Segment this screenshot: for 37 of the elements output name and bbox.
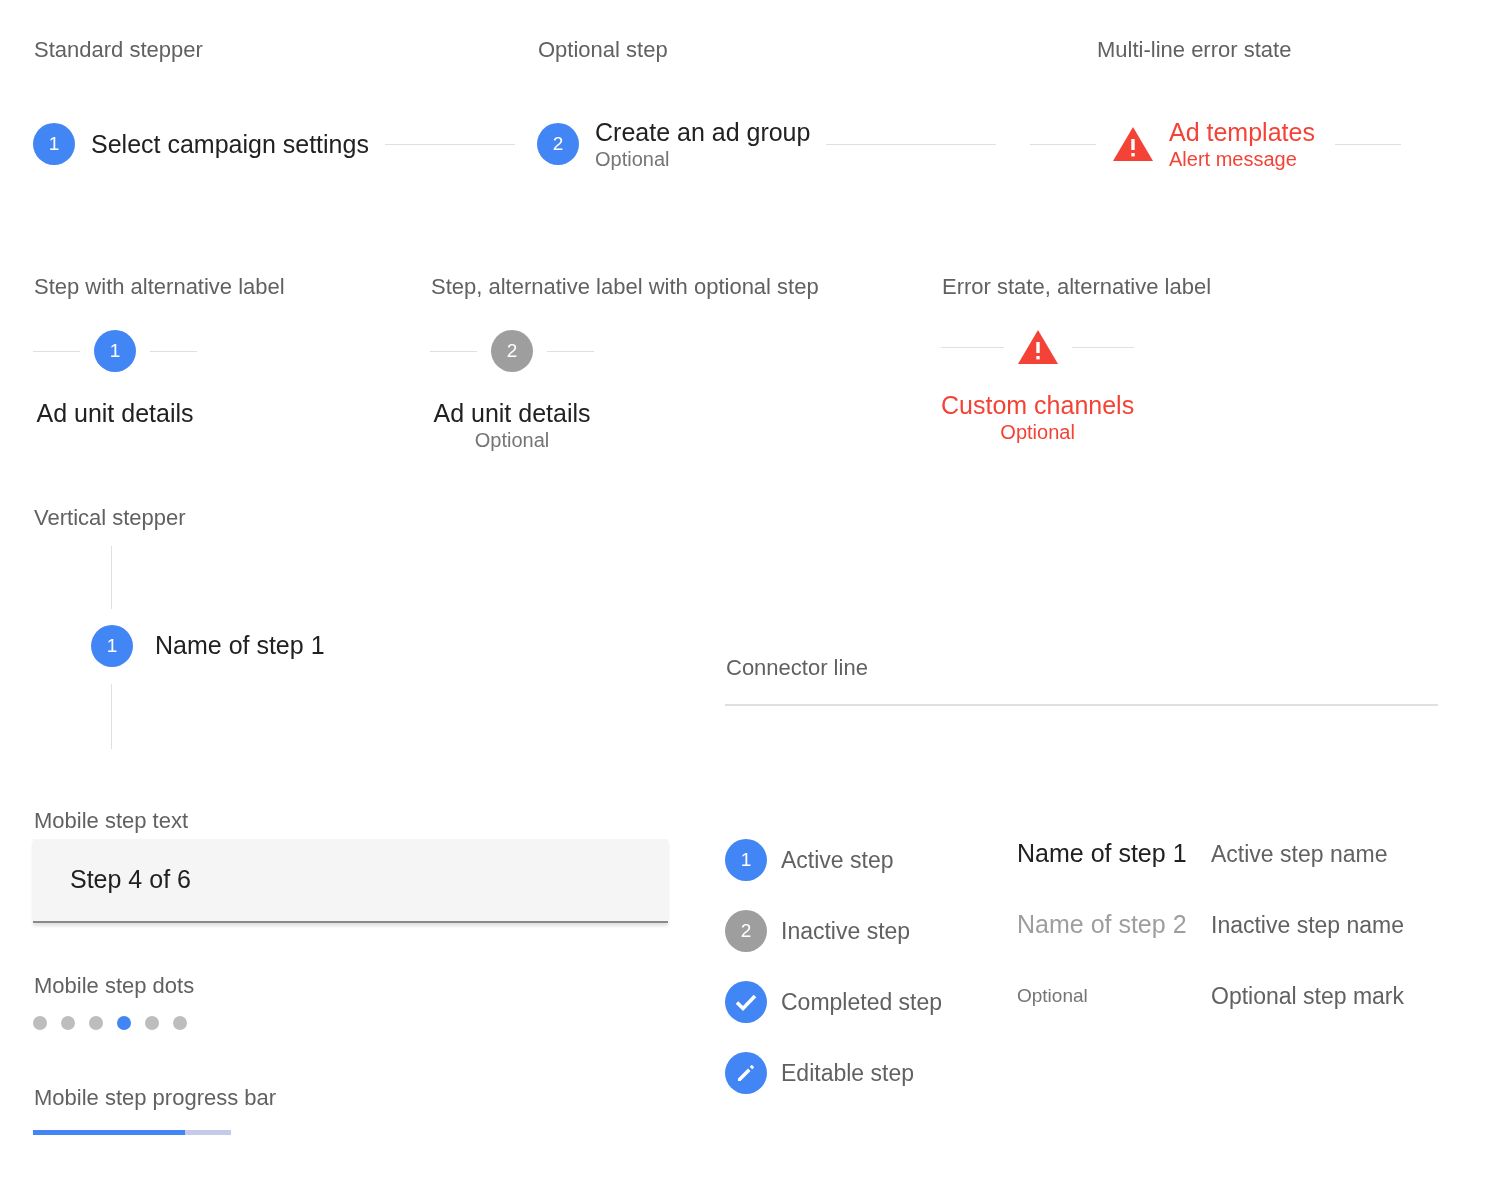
step-sublabel: Optional — [595, 147, 671, 171]
step-label: Custom channels — [941, 390, 1135, 420]
step-label: Ad unit details — [36, 398, 194, 428]
step-name-sample: Name of step 2 — [1017, 909, 1188, 941]
step-label: Name of step 1 — [155, 630, 325, 662]
legend-label: Inactive step — [781, 916, 911, 946]
section-heading: Optional step — [538, 36, 669, 64]
section-heading: Multi-line error state — [1097, 36, 1293, 64]
step-label: Ad templates — [1169, 117, 1315, 147]
legend-label: Editable step — [781, 1058, 914, 1088]
warning-icon — [1113, 127, 1153, 161]
legend-label: Active step name — [1211, 839, 1388, 869]
step-sublabel: Optional — [1000, 420, 1075, 444]
legend-label: Inactive step name — [1211, 910, 1405, 940]
section-heading: Step with alternative label — [34, 273, 286, 301]
section-heading: Step, alternative label with optional step — [431, 273, 820, 301]
step-label: Select campaign settings — [91, 129, 369, 159]
step-label: Create an ad group — [595, 117, 811, 147]
section-heading: Error state, alternative label — [942, 273, 1212, 301]
section-heading: Mobile step text — [34, 807, 190, 835]
section-heading: Mobile step progress bar — [34, 1084, 278, 1112]
step-name-sample: Optional — [1017, 983, 1089, 1008]
section-heading: Mobile step dots — [34, 972, 196, 1000]
step-name-sample: Name of step 1 — [1017, 838, 1188, 870]
legend-label: Active step — [781, 845, 894, 875]
check-circle-icon — [725, 981, 767, 1023]
step-sublabel: Alert message — [1169, 147, 1298, 171]
warning-icon — [1017, 330, 1058, 364]
section-heading: Connector line — [726, 654, 869, 682]
step-label: Ad unit details — [433, 398, 591, 428]
mobile-step-bar: Step 4 of 6 — [33, 839, 668, 923]
pencil-circle-icon — [725, 1052, 767, 1094]
section-heading: Standard stepper — [34, 36, 204, 64]
step-sublabel: Optional — [474, 428, 550, 452]
legend-label: Optional step mark — [1211, 981, 1405, 1011]
legend-label: Completed step — [781, 987, 943, 1017]
section-heading: Vertical stepper — [34, 504, 187, 532]
